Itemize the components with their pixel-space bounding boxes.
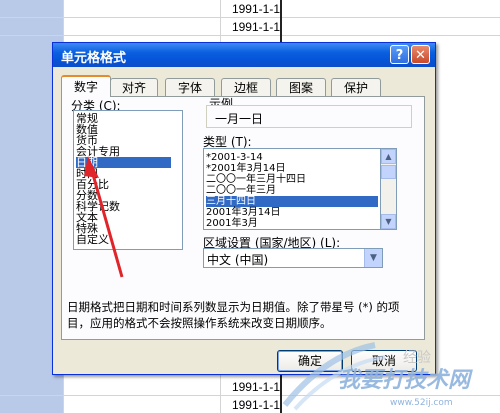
locale-select[interactable]: 中文 (中国) ▼ — [203, 248, 383, 268]
format-cells-dialog: 单元格格式 ? ✕ 数字 对齐 字体 边框 图案 保护 分类 (C): 常规 数… — [52, 42, 436, 375]
dialog-titlebar[interactable]: 单元格格式 ? ✕ — [53, 43, 435, 67]
list-item[interactable]: 自定义 — [76, 234, 109, 245]
tab-border[interactable]: 边框 — [221, 78, 271, 96]
sample-box: 一月一日 — [206, 105, 412, 128]
gridline — [0, 17, 500, 18]
locale-value: 中文 (中国) — [207, 253, 269, 267]
list-item[interactable]: 二〇〇一年三月 — [206, 185, 378, 196]
tab-number[interactable]: 数字 — [61, 75, 111, 97]
list-item[interactable]: 二〇〇一年三月十四日 — [206, 174, 378, 185]
watermark-brand: 我要打技术网 — [338, 368, 471, 393]
chevron-down-icon: ▼ — [370, 253, 377, 263]
scroll-thumb[interactable] — [381, 165, 396, 179]
close-icon: ✕ — [415, 48, 426, 63]
format-description: 日期格式把日期和时间系列数显示为日期值。除了带星号 (*) 的项 目，应用的格式… — [67, 299, 417, 331]
category-list[interactable]: 常规 数值 货币 会计专用 日期 时间 百分比 分数 科学记数 文本 特殊 自定… — [73, 110, 183, 250]
locale-dropdown-button[interactable]: ▼ — [364, 249, 382, 267]
description-line: 日期格式把日期和时间系列数显示为日期值。除了带星号 (*) 的项 — [67, 300, 400, 314]
sample-value: 一月一日 — [215, 112, 264, 126]
list-item[interactable]: *2001-3-14 — [206, 152, 378, 163]
tab-alignment[interactable]: 对齐 — [110, 78, 158, 96]
description-line: 目，应用的格式不会按照操作系统来改变日期顺序。 — [67, 316, 332, 330]
date-cell[interactable]: 1991-1-1 — [220, 2, 280, 16]
list-item-selected[interactable]: 三月十四日 — [206, 196, 378, 207]
list-item[interactable]: *2001年3月14日 — [206, 163, 378, 174]
scroll-down-button[interactable]: ▼ — [381, 214, 396, 229]
list-item[interactable]: 2001年3月14日 — [206, 207, 378, 218]
dialog-title: 单元格格式 — [61, 51, 127, 66]
chevron-up-icon: ▲ — [385, 152, 392, 161]
tab-patterns[interactable]: 图案 — [276, 78, 326, 96]
type-list-scrollbar[interactable]: ▲ ▼ — [381, 148, 397, 230]
date-cell[interactable]: 1991-1-1 — [220, 20, 280, 34]
gridline — [0, 35, 500, 36]
type-list[interactable]: *2001-3-14 *2001年3月14日 二〇〇一年三月十四日 二〇〇一年三… — [203, 148, 381, 230]
chevron-down-icon: ▼ — [385, 217, 392, 226]
close-button[interactable]: ✕ — [411, 45, 430, 64]
watermark-url: www.52ij.com — [390, 398, 453, 408]
tab-protection[interactable]: 保护 — [331, 78, 381, 96]
scroll-up-button[interactable]: ▲ — [381, 149, 396, 164]
tab-font[interactable]: 字体 — [165, 78, 215, 96]
list-item[interactable]: 2001年3月 — [206, 218, 378, 229]
help-button[interactable]: ? — [390, 45, 409, 64]
